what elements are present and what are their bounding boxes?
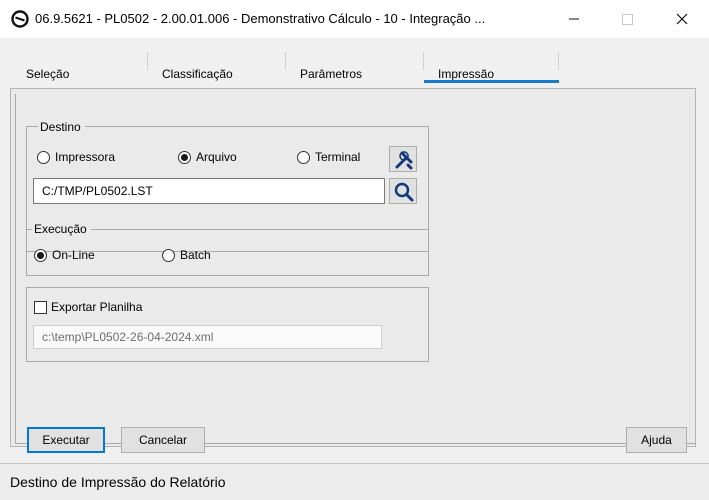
- active-tab-indicator: [424, 80, 559, 83]
- radio-batch-label: Batch: [180, 248, 211, 262]
- tab-label: Impressão: [438, 67, 495, 81]
- tab-label: Classificação: [162, 67, 233, 81]
- executar-button[interactable]: Executar: [27, 427, 105, 453]
- destino-path-input[interactable]: C:/TMP/PL0502.LST: [33, 178, 385, 204]
- radio-impressora[interactable]: [37, 151, 50, 164]
- close-icon: [676, 13, 688, 25]
- radio-terminal-label: Terminal: [315, 150, 361, 164]
- tab-divider: [558, 52, 559, 70]
- radio-online[interactable]: [34, 249, 47, 262]
- window-title: 06.9.5621 - PL0502 - 2.00.01.006 - Demon…: [35, 11, 486, 26]
- maximize-button[interactable]: [604, 0, 650, 38]
- tools-icon: [395, 151, 413, 170]
- group-title-gap: [95, 127, 110, 128]
- panel-border: [15, 94, 16, 444]
- config-printer-button[interactable]: [389, 146, 417, 172]
- maximize-icon: [622, 14, 633, 25]
- minimize-button[interactable]: [551, 0, 597, 38]
- exportar-planilha-label: Exportar Planilha: [51, 300, 143, 314]
- destino-group-title: Destino: [38, 120, 85, 134]
- status-text: Destino de Impressão do Relatório: [10, 474, 226, 490]
- export-file-input[interactable]: c:\temp\PL0502-26-04-2024.xml: [33, 325, 382, 349]
- browse-file-button[interactable]: [389, 178, 417, 204]
- title-bar: 06.9.5621 - PL0502 - 2.00.01.006 - Demon…: [0, 0, 709, 38]
- radio-impressora-label: Impressora: [55, 150, 116, 164]
- minimize-icon: [569, 18, 579, 20]
- execucao-group-title: Execução: [32, 222, 91, 236]
- panel-border: [15, 443, 696, 444]
- tab-selecao[interactable]: Seleção: [16, 62, 136, 86]
- radio-arquivo-label: Arquivo: [196, 150, 237, 164]
- dialog-body: Seleção Classificação Parâmetros Impress…: [0, 38, 709, 463]
- radio-arquivo[interactable]: [178, 151, 191, 164]
- exportar-planilha-checkbox[interactable]: [34, 301, 47, 314]
- search-icon: [394, 182, 414, 202]
- status-bar: Destino de Impressão do Relatório: [0, 463, 709, 500]
- tab-parametros[interactable]: Parâmetros: [286, 62, 416, 86]
- ajuda-button[interactable]: Ajuda: [626, 427, 687, 453]
- tab-label: Parâmetros: [300, 67, 363, 81]
- close-button[interactable]: [659, 0, 705, 38]
- radio-terminal[interactable]: [297, 151, 310, 164]
- radio-online-label: On-Line: [52, 248, 95, 262]
- radio-batch[interactable]: [162, 249, 175, 262]
- tab-classificacao[interactable]: Classificação: [148, 62, 278, 86]
- cancelar-button[interactable]: Cancelar: [121, 427, 205, 453]
- tab-label: Seleção: [26, 67, 70, 81]
- app-logo-icon: [11, 10, 29, 28]
